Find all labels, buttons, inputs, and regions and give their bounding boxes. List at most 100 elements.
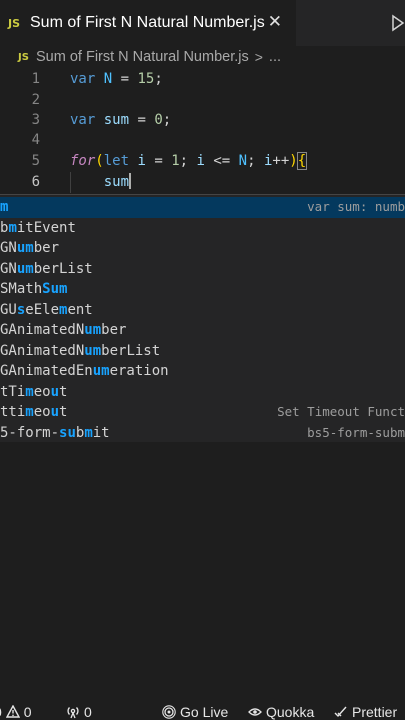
suggestion-label: ttimeout [0,404,68,420]
suggestion-detail: var sum: numb [307,199,405,214]
code-token: ) [289,153,298,169]
breadcrumb: JS Sum of First N Natural Number.js > ..… [0,46,405,68]
code-token: for [70,153,96,169]
code-line[interactable]: 2 [0,90,405,111]
error-count: 0 [0,702,2,720]
suggestion-item[interactable]: GNumberList [0,259,405,280]
suggestion-item[interactable]: ttimeout Set Timeout Funct [0,402,405,423]
code-line[interactable]: 3 var sum = 0; [0,110,405,131]
ports-indicator[interactable]: 0 [66,704,92,720]
code-token: sum [103,112,130,128]
suggestion-item[interactable]: GAnimatedNumber [0,320,405,341]
suggestion-label: 5-form-submit [0,424,110,441]
suggestion-item[interactable]: 5-form-submit bs5-form-subm [0,423,405,444]
code-token: ++ [272,153,290,169]
suggestion-label: GNumberList [0,260,93,277]
suggestion-item[interactable]: m var sum: numb [0,197,405,218]
close-icon[interactable]: ✕ [268,12,282,32]
line-number: 3 [31,112,40,128]
chevron-right-icon: > [254,49,263,65]
code-token: var [70,71,96,87]
suggestion-item[interactable]: GAnimatedEnumeration [0,361,405,382]
quokka-label: Quokka [266,704,315,720]
code-line[interactable]: 5 for(let i = 1; i <= N; i++){ [0,151,405,172]
broadcast-icon [162,705,176,719]
suggestion-item[interactable]: GAnimatedNumberList [0,341,405,362]
suggestion-item[interactable]: GNumber [0,238,405,259]
code-token: = [129,112,155,128]
editor-tab[interactable]: JS Sum of First N Natural Number.js ✕ [0,0,296,46]
double-check-icon [334,706,347,718]
code-token: = [145,153,172,169]
warning-icon [5,705,20,718]
code-token: ; [154,71,163,87]
breadcrumb-more[interactable]: ... [269,49,281,65]
code-token: { [296,152,308,170]
line-number: 6 [31,174,40,190]
code-token: let [103,153,130,169]
code-token: i [137,153,146,169]
quokka-button[interactable]: Quokka [248,704,314,720]
code-token: 1 [171,153,180,169]
suggestion-label: bmitEvent [0,219,76,236]
suggestion-label: GAnimatedEnumeration [0,363,169,379]
go-live-label: Go Live [180,704,229,720]
suggestion-item[interactable]: tTimeout [0,382,405,403]
suggestion-label: tTimeout [0,383,68,400]
suggestion-item[interactable]: GUseElement [0,300,405,321]
breadcrumb-file[interactable]: Sum of First N Natural Number.js [36,49,249,65]
line-number: 1 [31,71,40,87]
line-number: 5 [31,153,40,169]
warning-count: 0 [23,704,32,720]
code-token: i [196,153,205,169]
suggestion-label: GNumber [0,240,60,256]
code-token: ; [179,153,197,169]
eye-icon [248,708,262,716]
code-line[interactable]: 6 sum [0,172,405,193]
js-file-icon: JS [8,16,21,30]
code-text: var sum = 0; [70,110,171,131]
code-line[interactable]: 1 var N = 15; [0,69,405,90]
suggestion-item[interactable]: bmitEvent [0,218,405,239]
prettier-button[interactable]: Prettier [334,704,397,720]
code-token: N [103,71,113,87]
code-text: sum [70,172,132,193]
suggestion-detail: bs5-form-subm [307,424,405,440]
suggestion-label: GUseElement [0,301,93,318]
code-line[interactable]: 4 [0,130,405,151]
js-file-icon: JS [18,51,29,63]
code-editor[interactable]: 1 var N = 15; 2 3 var sum = 0; 4 5 for(let i = … [0,68,405,196]
suggestion-label: GAnimatedNumberList [0,342,161,359]
code-token: <= [204,153,239,169]
code-token: ( [95,153,104,169]
suggestion-label: GAnimatedNumber [0,322,127,338]
status-bar: 0 0 0 Go Live Quokka Prettier [0,704,405,720]
prettier-label: Prettier [352,704,398,720]
code-token: 15 [137,71,155,87]
run-icon[interactable] [391,14,405,32]
code-token: = [112,71,138,87]
line-number: 4 [31,132,40,148]
editor-empty-area[interactable] [0,442,405,704]
code-token: ; [162,112,172,128]
code-text: for(let i = 1; i <= N; i++){ [70,151,308,172]
suggest-widget: m var sum: numb bmitEvent GNumber GNumberLis… [0,194,405,442]
ports-count: 0 [84,704,92,720]
go-live-button[interactable]: Go Live [162,704,228,720]
suggestion-label: SMathSum [0,281,68,297]
suggestion-item[interactable]: SMathSum [0,279,405,300]
suggestion-label: m [0,199,9,215]
code-token: N [238,153,248,169]
code-token: 0 [154,112,163,128]
broadcast-icon [67,707,79,719]
suggestion-detail: Set Timeout Funct [277,404,405,419]
line-number: 2 [31,92,40,108]
text-cursor [129,173,132,189]
code-token: ; [247,153,264,169]
code-token: var [70,112,96,128]
code-text: var N = 15; [70,69,163,90]
indent-guide [70,172,71,193]
problems-indicator[interactable]: 0 0 [0,704,32,720]
